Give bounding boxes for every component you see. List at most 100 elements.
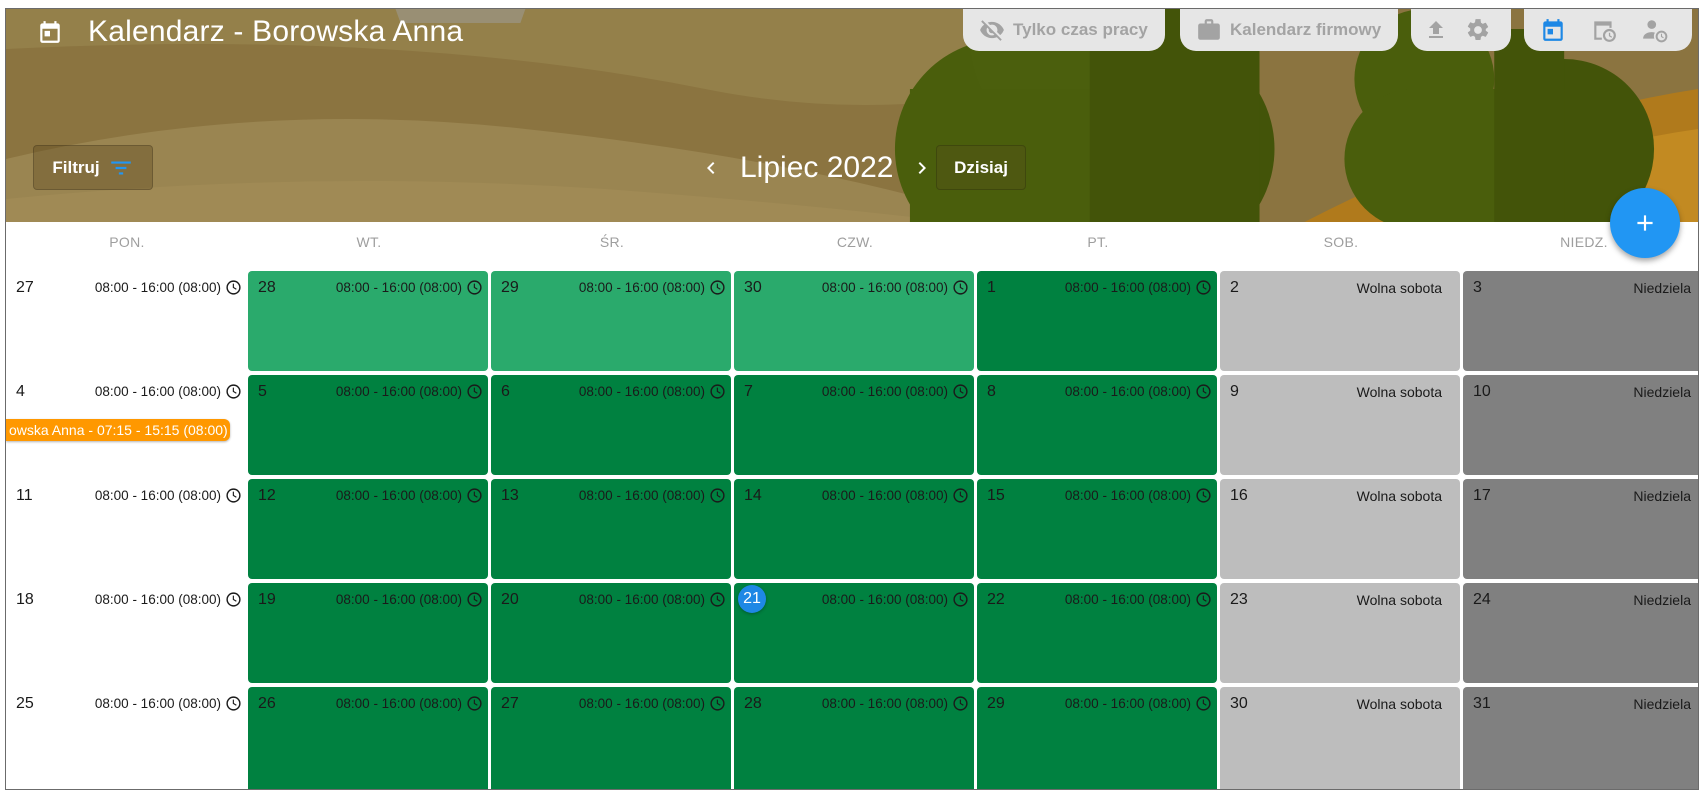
day-cell[interactable]: 26 08:00 - 16:00 (08:00) <box>248 687 488 789</box>
day-cell[interactable]: 30 Wolna sobota <box>1220 687 1460 789</box>
day-number: 28 <box>744 695 762 712</box>
day-cell[interactable]: 25 08:00 - 16:00 (08:00) <box>6 687 247 789</box>
day-number: 19 <box>258 591 276 608</box>
clock-icon <box>1195 591 1212 608</box>
day-off-label: Niedziela <box>1633 384 1691 400</box>
day-cell[interactable]: 31 Niedziela <box>1463 687 1698 789</box>
day-cell[interactable]: 18 08:00 - 16:00 (08:00) <box>6 583 247 683</box>
add-entry-button[interactable] <box>1610 188 1680 258</box>
today-day-number: 21 <box>738 585 766 613</box>
work-hours: 08:00 - 16:00 (08:00) <box>94 696 221 711</box>
day-number: 23 <box>1230 591 1248 608</box>
work-hours: 08:00 - 16:00 (08:00) <box>335 696 462 711</box>
clock-icon <box>952 279 969 296</box>
day-cell[interactable]: 27 08:00 - 16:00 (08:00) <box>6 271 247 371</box>
clock-icon <box>225 591 242 608</box>
clock-icon <box>466 695 483 712</box>
clock-icon <box>1195 383 1212 400</box>
clock-icon <box>952 383 969 400</box>
day-cell[interactable]: 19 08:00 - 16:00 (08:00) <box>248 583 488 683</box>
day-number: 20 <box>501 591 519 608</box>
day-cell[interactable]: 27 08:00 - 16:00 (08:00) <box>491 687 731 789</box>
day-number: 16 <box>1230 487 1248 504</box>
day-cell[interactable]: 29 08:00 - 16:00 (08:00) <box>491 271 731 371</box>
day-cell[interactable]: 20 08:00 - 16:00 (08:00) <box>491 583 731 683</box>
month-grid: 27 08:00 - 16:00 (08:00) 28 08:00 - 16:00 (… <box>6 9 1698 789</box>
day-number: 29 <box>987 695 1005 712</box>
day-number: 30 <box>1230 695 1248 712</box>
work-hours: 08:00 - 16:00 (08:00) <box>1064 384 1191 399</box>
day-cell[interactable]: 29 08:00 - 16:00 (08:00) <box>977 687 1217 789</box>
day-cell[interactable]: 2 Wolna sobota <box>1220 271 1460 371</box>
work-hours: 08:00 - 16:00 (08:00) <box>821 384 948 399</box>
clock-icon <box>466 487 483 504</box>
day-cell[interactable]: 24 Niedziela <box>1463 583 1698 683</box>
day-cell[interactable]: 12 08:00 - 16:00 (08:00) <box>248 479 488 579</box>
work-hours: 08:00 - 16:00 (08:00) <box>94 280 221 295</box>
day-cell[interactable]: 1 08:00 - 16:00 (08:00) <box>977 271 1217 371</box>
day-cell[interactable]: 16 Wolna sobota <box>1220 479 1460 579</box>
clock-icon <box>709 695 726 712</box>
work-hours: 08:00 - 16:00 (08:00) <box>94 592 221 607</box>
event-chip[interactable]: owska Anna - 07:15 - 15:15 (08:00) <box>6 419 230 441</box>
clock-icon <box>1195 279 1212 296</box>
work-hours: 08:00 - 16:00 (08:00) <box>335 592 462 607</box>
day-cell[interactable]: 17 Niedziela <box>1463 479 1698 579</box>
day-number: 7 <box>744 383 753 400</box>
day-cell[interactable]: 8 08:00 - 16:00 (08:00) <box>977 375 1217 475</box>
day-cell[interactable]: 21 08:00 - 16:00 (08:00) <box>734 583 974 683</box>
work-hours: 08:00 - 16:00 (08:00) <box>578 280 705 295</box>
clock-icon <box>952 695 969 712</box>
day-off-label: Niedziela <box>1633 696 1691 712</box>
clock-icon <box>709 383 726 400</box>
day-cell[interactable]: 10 Niedziela <box>1463 375 1698 475</box>
day-cell[interactable]: 28 08:00 - 16:00 (08:00) <box>248 271 488 371</box>
day-number: 1 <box>987 279 996 296</box>
day-off-label: Wolna sobota <box>1356 696 1442 712</box>
day-off-label: Niedziela <box>1633 592 1691 608</box>
day-number: 31 <box>1473 695 1491 712</box>
day-number: 5 <box>258 383 267 400</box>
day-number: 9 <box>1230 383 1239 400</box>
day-off-label: Wolna sobota <box>1356 384 1442 400</box>
clock-icon <box>1195 695 1212 712</box>
day-off-label: Wolna sobota <box>1356 488 1442 504</box>
work-hours: 08:00 - 16:00 (08:00) <box>335 488 462 503</box>
day-cell[interactable]: 22 08:00 - 16:00 (08:00) <box>977 583 1217 683</box>
day-number: 6 <box>501 383 510 400</box>
day-number: 24 <box>1473 591 1491 608</box>
day-cell[interactable]: 15 08:00 - 16:00 (08:00) <box>977 479 1217 579</box>
day-number: 14 <box>744 487 762 504</box>
day-cell[interactable]: 7 08:00 - 16:00 (08:00) <box>734 375 974 475</box>
day-cell[interactable]: 28 08:00 - 16:00 (08:00) <box>734 687 974 789</box>
day-cell[interactable]: 30 08:00 - 16:00 (08:00) <box>734 271 974 371</box>
work-hours: 08:00 - 16:00 (08:00) <box>578 696 705 711</box>
clock-icon <box>709 487 726 504</box>
work-hours: 08:00 - 16:00 (08:00) <box>821 488 948 503</box>
work-hours: 08:00 - 16:00 (08:00) <box>821 592 948 607</box>
clock-icon <box>225 383 242 400</box>
day-number: 29 <box>501 279 519 296</box>
day-cell[interactable]: 3 Niedziela <box>1463 271 1698 371</box>
day-off-label: Wolna sobota <box>1356 280 1442 296</box>
clock-icon <box>709 279 726 296</box>
calendar-app: Kalendarz - Borowska Anna Tylko czas pra… <box>5 8 1699 790</box>
day-cell[interactable]: 13 08:00 - 16:00 (08:00) <box>491 479 731 579</box>
day-number: 30 <box>744 279 762 296</box>
work-hours: 08:00 - 16:00 (08:00) <box>1064 696 1191 711</box>
clock-icon <box>1195 487 1212 504</box>
clock-icon <box>952 487 969 504</box>
day-cell[interactable]: 23 Wolna sobota <box>1220 583 1460 683</box>
work-hours: 08:00 - 16:00 (08:00) <box>821 280 948 295</box>
day-cell[interactable]: 14 08:00 - 16:00 (08:00) <box>734 479 974 579</box>
day-cell[interactable]: 5 08:00 - 16:00 (08:00) <box>248 375 488 475</box>
day-cell[interactable]: 6 08:00 - 16:00 (08:00) <box>491 375 731 475</box>
clock-icon <box>225 279 242 296</box>
work-hours: 08:00 - 16:00 (08:00) <box>335 384 462 399</box>
clock-icon <box>952 591 969 608</box>
day-number: 18 <box>16 591 34 608</box>
day-cell[interactable]: 9 Wolna sobota <box>1220 375 1460 475</box>
day-number: 11 <box>16 487 33 504</box>
day-cell[interactable]: 11 08:00 - 16:00 (08:00) <box>6 479 247 579</box>
work-hours: 08:00 - 16:00 (08:00) <box>1064 488 1191 503</box>
